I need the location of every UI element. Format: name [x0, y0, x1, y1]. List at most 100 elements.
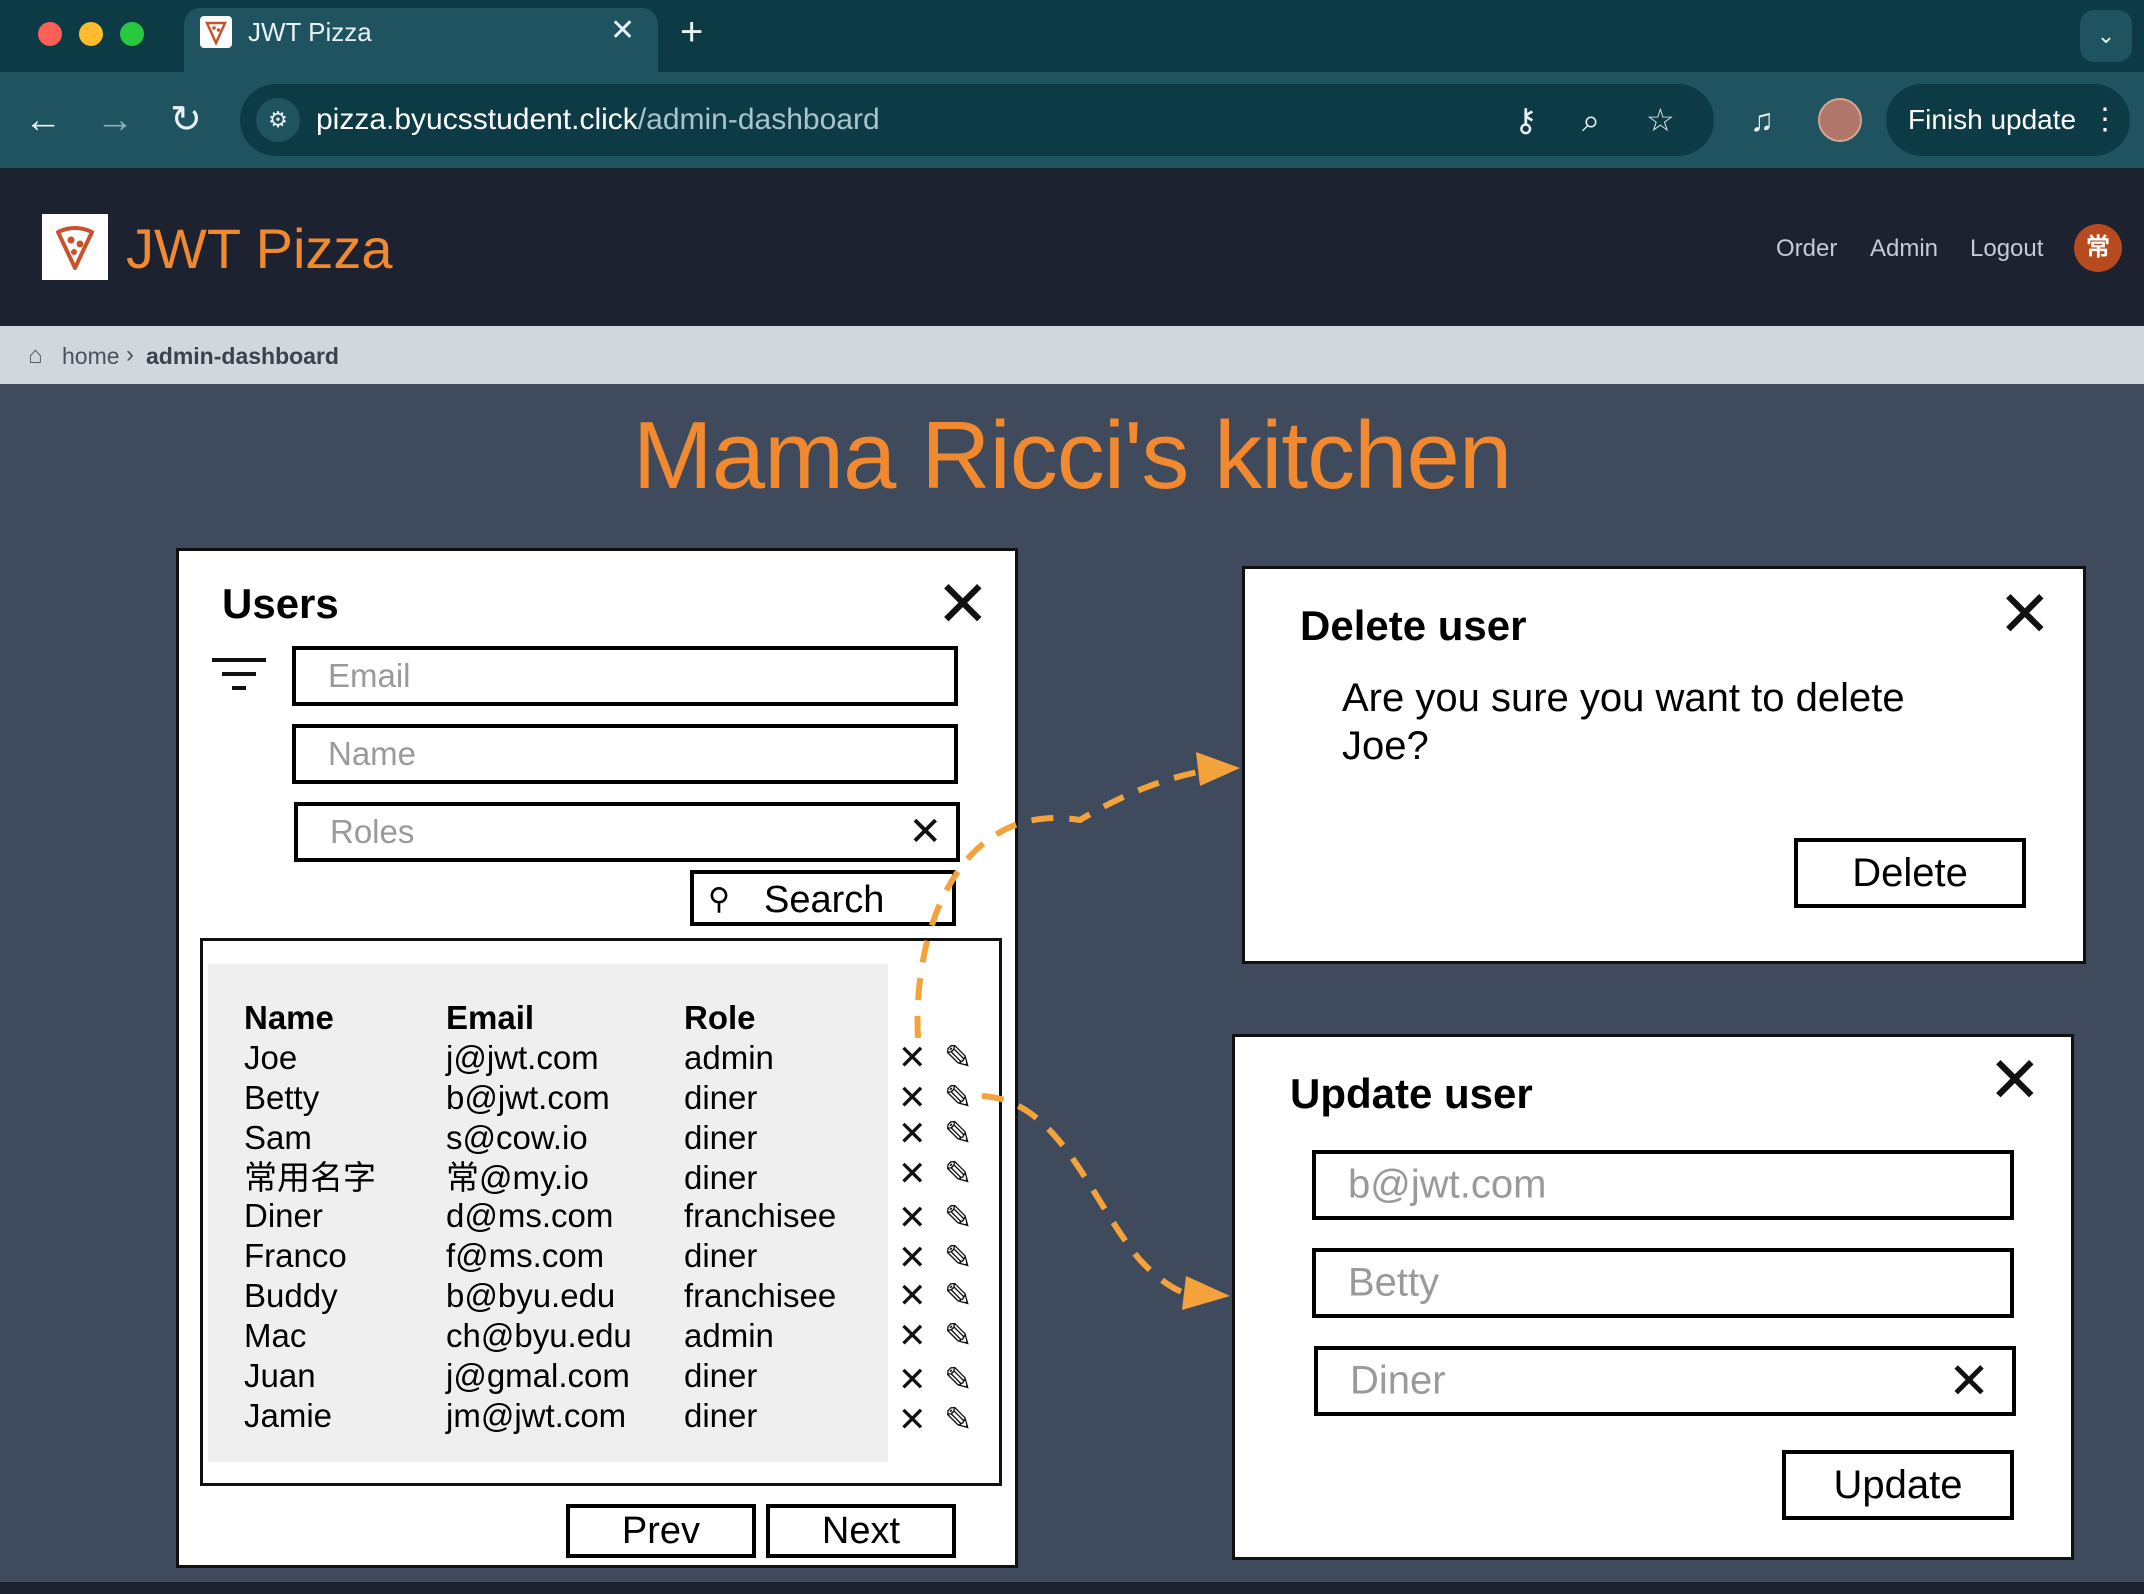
column-header-email: Email [446, 999, 535, 1036]
edit-user-icon[interactable]: ✎ [944, 1240, 973, 1276]
edit-user-icon[interactable]: ✎ [944, 1318, 973, 1354]
more-icon[interactable]: ⋮ [2090, 100, 2120, 140]
update-role-value: Diner [1350, 1358, 1446, 1403]
edit-user-icon[interactable]: ✎ [944, 1040, 973, 1076]
tab-close-icon[interactable]: ✕ [610, 14, 635, 48]
search-button[interactable]: ⚲ Search [690, 870, 956, 926]
user-name-cell: Diner [244, 1197, 323, 1234]
user-role-cell: diner [684, 1397, 758, 1434]
nav-order-link[interactable]: Order [1776, 234, 1837, 264]
users-panel-title: Users [222, 580, 339, 627]
new-tab-icon[interactable]: + [680, 10, 703, 54]
edit-user-icon[interactable]: ✎ [944, 1402, 973, 1438]
update-dialog-close-icon[interactable]: ✕ [1988, 1048, 2042, 1112]
roles-filter-input[interactable]: Roles ✕ [294, 802, 960, 862]
edit-user-icon[interactable]: ✎ [944, 1278, 973, 1314]
update-button[interactable]: Update [1782, 1450, 2014, 1520]
next-button[interactable]: Next [766, 1504, 956, 1558]
user-role-cell: admin [684, 1317, 774, 1354]
nav-logout-link[interactable]: Logout [1970, 234, 2043, 264]
star-icon[interactable]: ☆ [1646, 100, 1675, 140]
delete-user-icon[interactable]: ✕ [898, 1156, 927, 1192]
update-name-value: Betty [1348, 1260, 1440, 1305]
user-role-cell: admin [684, 1039, 774, 1076]
pizza-favicon-icon [200, 16, 232, 48]
key-icon[interactable]: ⚷ [1514, 100, 1537, 140]
name-filter-input[interactable]: Name [292, 724, 958, 784]
forward-icon[interactable]: → [96, 98, 134, 142]
email-filter-placeholder: Email [328, 657, 411, 694]
edit-user-icon[interactable]: ✎ [944, 1156, 973, 1192]
breadcrumb-current: admin-dashboard [146, 343, 339, 369]
update-role-field[interactable]: Diner ✕ [1314, 1346, 2016, 1416]
user-name-cell: Juan [244, 1357, 316, 1394]
clear-role-icon[interactable]: ✕ [1948, 1356, 1990, 1406]
delete-user-icon[interactable]: ✕ [898, 1040, 927, 1076]
delete-user-icon[interactable]: ✕ [898, 1116, 927, 1152]
roles-filter-placeholder: Roles [330, 813, 415, 850]
home-icon[interactable]: ⌂ [28, 342, 43, 370]
user-name-cell: Betty [244, 1079, 320, 1116]
url-host: pizza.byucsstudent.click [316, 103, 638, 136]
pizza-logo-icon[interactable] [42, 214, 108, 280]
delete-user-icon[interactable]: ✕ [898, 1240, 927, 1276]
brand-name[interactable]: JWT Pizza [126, 216, 393, 282]
user-email-cell: ch@byu.edu [446, 1317, 632, 1354]
delete-button[interactable]: Delete [1794, 838, 2026, 908]
user-role-cell: franchisee [684, 1277, 837, 1314]
clear-roles-icon[interactable]: ✕ [908, 812, 942, 852]
delete-user-icon[interactable]: ✕ [898, 1318, 927, 1354]
column-header-role: Role [684, 999, 756, 1036]
filter-icon[interactable] [210, 656, 268, 696]
breadcrumb-separator-icon: › [126, 341, 134, 368]
tab-search-icon[interactable]: ⌄ [2080, 10, 2132, 62]
user-role-cell: diner [684, 1159, 758, 1196]
media-icon[interactable]: ♫ [1750, 100, 1774, 140]
nav-admin-link[interactable]: Admin [1870, 234, 1938, 264]
user-email-cell: j@jwt.com [446, 1039, 599, 1076]
back-icon[interactable]: ← [24, 98, 62, 142]
user-email-cell: 常@my.io [446, 1159, 589, 1196]
user-email-cell: s@cow.io [446, 1119, 588, 1156]
breadcrumb-home-link[interactable]: home [62, 342, 120, 370]
user-role-cell: diner [684, 1119, 758, 1156]
url-path: /admin-dashboard [637, 103, 880, 136]
user-email-cell: j@gmal.com [446, 1357, 630, 1394]
update-arrowhead-icon [1182, 1276, 1230, 1310]
search-button-label: Search [764, 879, 885, 921]
user-name-cell: Jamie [244, 1397, 333, 1434]
delete-arrowhead-icon [1196, 752, 1240, 786]
email-filter-input[interactable]: Email [292, 646, 958, 706]
edit-user-icon[interactable]: ✎ [944, 1362, 973, 1398]
delete-dialog-close-icon[interactable]: ✕ [1998, 582, 2052, 646]
users-panel-close-icon[interactable]: ✕ [936, 572, 990, 636]
window-close-button[interactable] [38, 22, 62, 46]
user-role-cell: diner [684, 1079, 758, 1116]
update-email-field[interactable]: b@jwt.com [1312, 1150, 2014, 1220]
site-info-icon[interactable]: ⚙ [256, 98, 300, 142]
finish-update-label: Finish update [1908, 104, 2077, 135]
delete-user-icon[interactable]: ✕ [898, 1278, 927, 1314]
delete-dialog-title: Delete user [1300, 602, 1527, 649]
tab-title: JWT Pizza [248, 17, 372, 47]
url-text[interactable]: pizza.byucsstudent.click/admin-dashboard [316, 102, 880, 138]
zoom-icon[interactable]: ⌕ [1582, 100, 1600, 140]
edit-user-icon[interactable]: ✎ [944, 1200, 973, 1236]
reload-icon[interactable]: ↻ [170, 98, 202, 142]
window-maximize-button[interactable] [120, 22, 144, 46]
user-avatar[interactable]: 常 [2074, 224, 2122, 272]
window-minimize-button[interactable] [79, 22, 103, 46]
window-bottom-edge [0, 1582, 2144, 1594]
update-dialog-title: Update user [1290, 1070, 1533, 1117]
user-name-cell: Buddy [244, 1277, 338, 1314]
page-title: Mama Ricci's kitchen [632, 402, 1513, 509]
delete-user-icon[interactable]: ✕ [898, 1080, 927, 1116]
update-name-field[interactable]: Betty [1312, 1248, 2014, 1318]
edit-user-icon[interactable]: ✎ [944, 1116, 973, 1152]
delete-user-icon[interactable]: ✕ [898, 1200, 927, 1236]
profile-avatar[interactable] [1818, 98, 1862, 142]
prev-button[interactable]: Prev [566, 1504, 756, 1558]
edit-user-icon[interactable]: ✎ [944, 1080, 973, 1116]
delete-user-icon[interactable]: ✕ [898, 1402, 927, 1438]
delete-user-icon[interactable]: ✕ [898, 1362, 927, 1398]
